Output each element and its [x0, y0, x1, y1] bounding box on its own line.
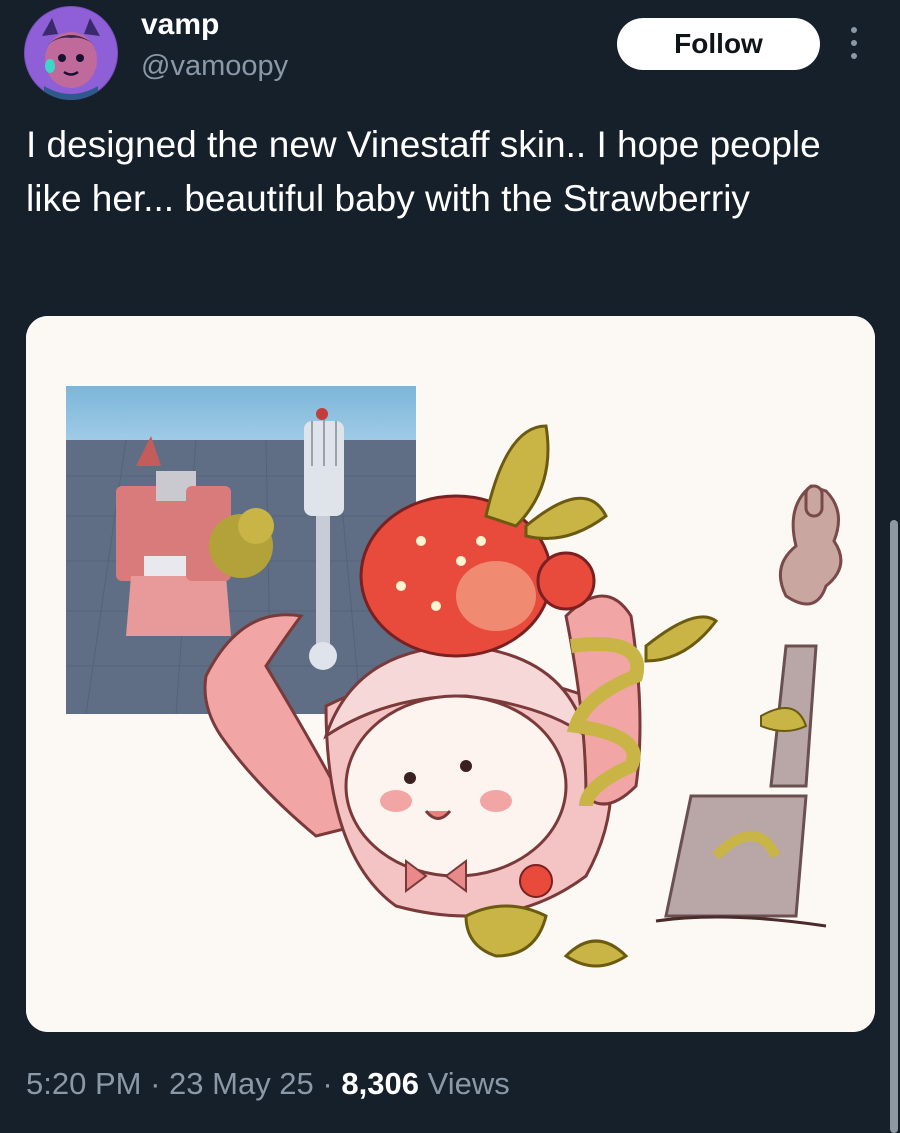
avatar-image [24, 6, 118, 100]
display-name[interactable]: vamp [141, 6, 219, 44]
avatar[interactable] [24, 6, 118, 100]
tweet-meta: 5:20 PM · 23 May 25 · 8,306 Views [26, 1062, 510, 1106]
tweet-media[interactable] [26, 316, 875, 1032]
user-handle[interactable]: @vamoopy [141, 48, 288, 84]
separator-dot: · [150, 1066, 161, 1101]
separator-dot: · [322, 1066, 333, 1101]
artwork-image [26, 316, 875, 1032]
tweet-date[interactable]: 23 May 25 [169, 1066, 314, 1101]
follow-button[interactable]: Follow [617, 18, 820, 70]
tweet-text: I designed the new Vinestaff skin.. I ho… [26, 124, 821, 219]
scrollbar[interactable] [890, 520, 898, 1133]
views-count[interactable]: 8,306 [341, 1066, 419, 1101]
views-label: Views [427, 1066, 510, 1101]
tweet-time[interactable]: 5:20 PM [26, 1066, 141, 1101]
more-vertical-icon[interactable] [846, 26, 862, 60]
